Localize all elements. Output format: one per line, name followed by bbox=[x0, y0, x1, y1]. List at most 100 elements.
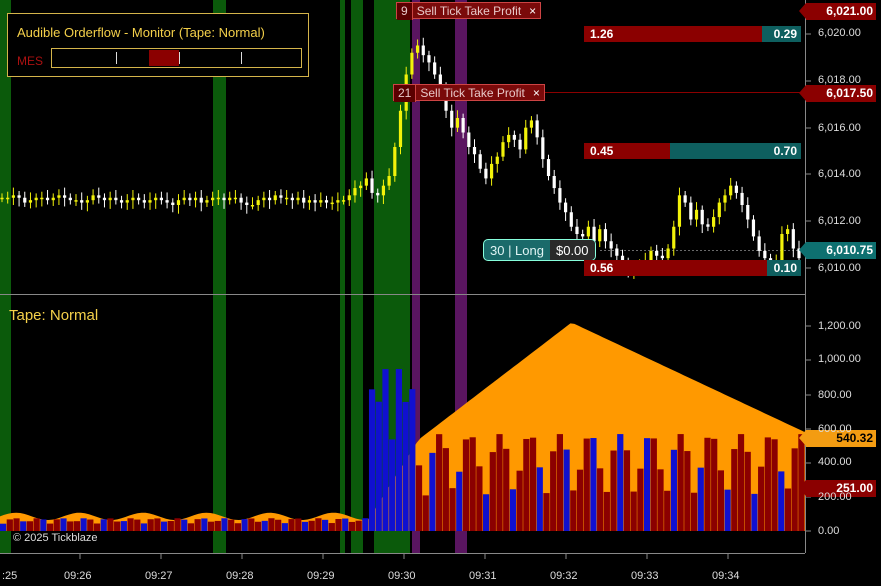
candle-body bbox=[102, 197, 107, 201]
tape-volume-bar bbox=[228, 519, 235, 531]
meter-tick bbox=[241, 52, 242, 64]
candle-body bbox=[273, 195, 277, 201]
candle-body bbox=[609, 241, 613, 249]
candle-body bbox=[757, 236, 761, 251]
tape-volume-bar bbox=[576, 469, 584, 531]
grid-lines bbox=[420, 92, 805, 251]
tape-axis-label: 800.00 bbox=[818, 389, 852, 401]
tape-volume-bar bbox=[778, 471, 785, 531]
imbalance-ratio-2: 0.45 0.70 bbox=[584, 143, 801, 159]
candle-body bbox=[211, 197, 215, 201]
tape-volume-bar bbox=[623, 450, 631, 531]
tape-volume-bar bbox=[315, 518, 322, 531]
tape-volume-bar bbox=[254, 521, 262, 531]
candle-body bbox=[672, 226, 676, 249]
close-icon[interactable]: × bbox=[529, 85, 544, 102]
price-axis-label: 6,010.00 bbox=[818, 262, 861, 274]
tape-volume-bar bbox=[0, 523, 7, 531]
candle-body bbox=[239, 197, 243, 203]
tape-axis-label: 1,200.00 bbox=[818, 320, 861, 332]
tape-volume-bar bbox=[563, 449, 570, 531]
tape-volume-bar bbox=[67, 521, 74, 531]
candle-body bbox=[381, 185, 386, 196]
candle-body bbox=[529, 120, 534, 128]
tape-volume-bar bbox=[630, 491, 637, 531]
tape-volume-bar bbox=[60, 518, 67, 531]
candle-body bbox=[558, 188, 562, 203]
candle-body bbox=[472, 147, 477, 155]
tape-volume-bar bbox=[261, 520, 268, 531]
imbalance-ratio-3: 0.56 0.10 bbox=[584, 260, 801, 276]
tape-volume-bar bbox=[395, 369, 402, 531]
price-axis-label: 6,012.00 bbox=[818, 215, 861, 227]
candle-body bbox=[51, 197, 55, 201]
tape-volume-bar bbox=[201, 518, 208, 531]
tape-volume-bar bbox=[328, 523, 335, 531]
candle-body bbox=[23, 197, 27, 203]
tape-volume-bar bbox=[161, 521, 168, 531]
tape-volume-bar bbox=[724, 489, 731, 531]
price-axis-label: 6,014.00 bbox=[818, 168, 861, 180]
candle-body bbox=[319, 200, 323, 203]
imbalance-ratio-1: 1.26 0.29 bbox=[584, 26, 801, 42]
tape-volume-bar bbox=[154, 518, 161, 531]
time-axis-label: 09:27 bbox=[145, 570, 173, 582]
tape-volume-bar bbox=[348, 521, 356, 531]
tape-volume-bar bbox=[375, 401, 382, 531]
tape-volume-bar bbox=[556, 434, 563, 531]
candle-body bbox=[296, 197, 300, 201]
tape-volume-bar bbox=[268, 518, 275, 531]
candle-body bbox=[17, 195, 21, 198]
copyright-text: © 2025 Tickblaze bbox=[13, 532, 98, 544]
meter-fill bbox=[149, 50, 179, 66]
tape-volume-bar bbox=[13, 518, 20, 531]
tape-volume-bar bbox=[234, 523, 241, 531]
ratio-right: 0.70 bbox=[670, 143, 801, 159]
candle-body bbox=[353, 188, 357, 196]
candle-body bbox=[746, 205, 750, 220]
tape-volume-bar bbox=[442, 448, 449, 531]
candle-body bbox=[603, 229, 608, 242]
tape-volume-bar bbox=[174, 518, 181, 531]
order-label: Sell Tick Take Profit bbox=[420, 86, 525, 100]
tape-volume-bar bbox=[275, 519, 282, 531]
tape-volume-bar bbox=[120, 521, 127, 531]
candle-body bbox=[205, 200, 209, 203]
take-profit-order-1[interactable]: 9 Sell Tick Take Profit × bbox=[396, 2, 542, 20]
highlight-band bbox=[340, 0, 345, 553]
candle-body bbox=[216, 197, 220, 200]
candle-body bbox=[285, 197, 289, 200]
candle-body bbox=[524, 127, 528, 150]
position-tag[interactable]: 30 | Long $0.00 bbox=[483, 239, 596, 261]
tape-volume-bar bbox=[737, 434, 745, 531]
close-icon[interactable]: × bbox=[525, 3, 540, 20]
candle-body bbox=[364, 178, 368, 186]
highlight-band bbox=[351, 0, 363, 553]
tape-volume-bar bbox=[80, 518, 87, 531]
candle-body bbox=[137, 197, 141, 201]
ratio-right: 0.29 bbox=[762, 26, 801, 42]
candle-body bbox=[495, 156, 499, 164]
candle-body bbox=[467, 132, 471, 147]
tape-volume-bar bbox=[322, 519, 329, 531]
candle-body bbox=[415, 45, 420, 53]
tape-volume-bar bbox=[93, 523, 101, 531]
candle-body bbox=[518, 139, 522, 150]
candle-body bbox=[131, 197, 135, 201]
candle-body bbox=[165, 200, 169, 203]
candle-body bbox=[484, 168, 488, 179]
time-axis-label: 09:30 bbox=[388, 570, 416, 582]
candle-body bbox=[267, 197, 272, 201]
price-flag-last-price: 6,010.75 bbox=[799, 242, 876, 259]
take-profit-order-2[interactable]: 21 Sell Tick Take Profit × bbox=[393, 84, 545, 102]
tape-volume-bar bbox=[462, 439, 470, 531]
candle-body bbox=[660, 255, 664, 259]
candle-body bbox=[245, 202, 249, 205]
candle-body bbox=[97, 195, 101, 198]
candle-body bbox=[307, 200, 312, 203]
tape-volume-bar bbox=[221, 518, 228, 531]
monitor-symbol: MES bbox=[17, 54, 44, 68]
candle-body bbox=[575, 226, 579, 234]
orderflow-monitor-panel[interactable]: Audible Orderflow - Monitor (Tape: Norma… bbox=[7, 13, 309, 77]
candle-body bbox=[786, 229, 790, 234]
